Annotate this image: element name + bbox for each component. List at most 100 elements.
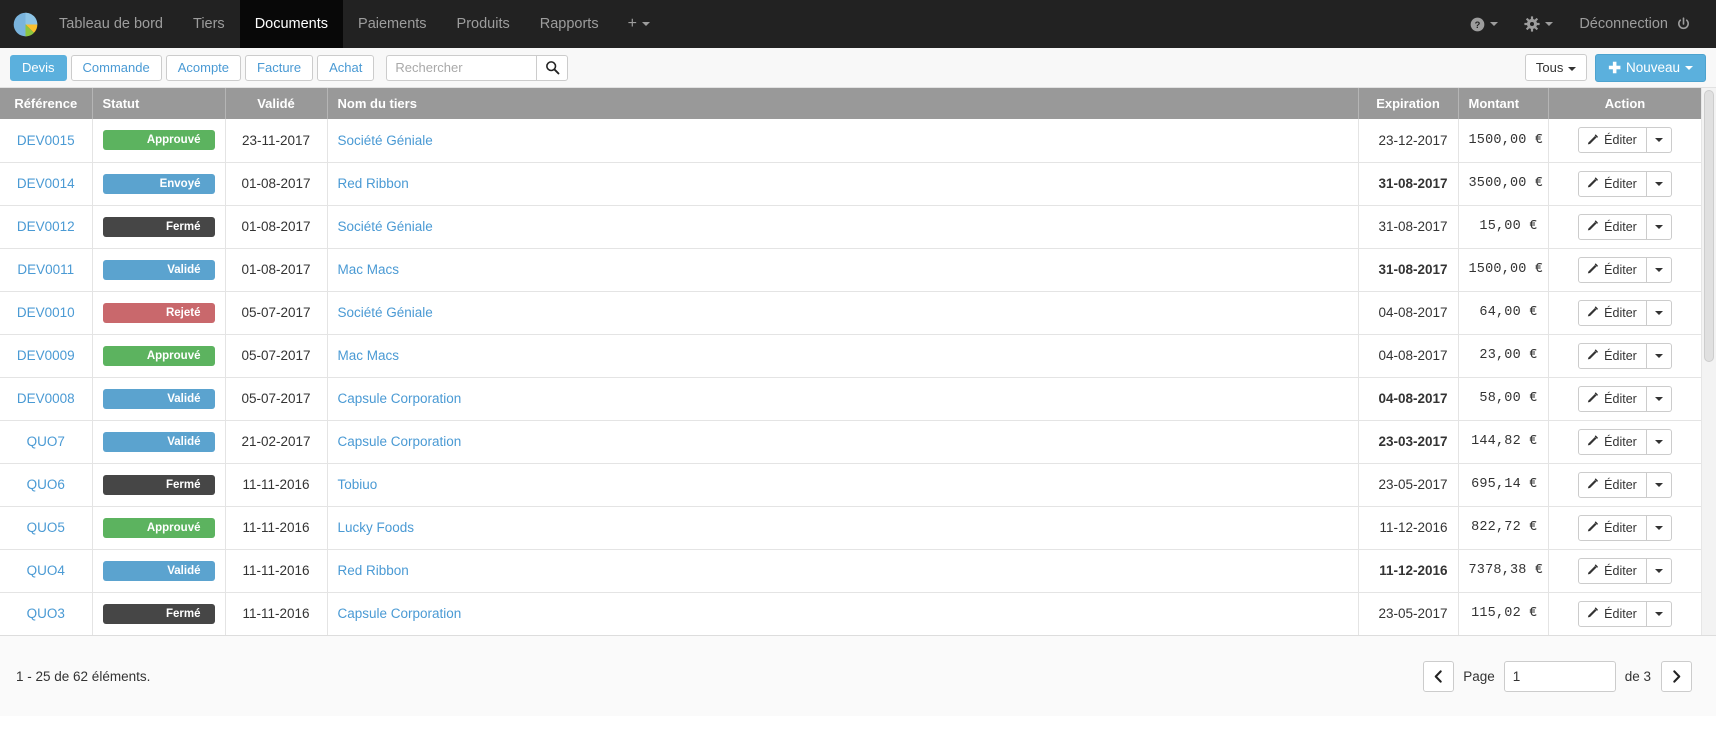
- table-vertical-scrollbar[interactable]: [1701, 88, 1716, 635]
- tab-acompte[interactable]: Acompte: [165, 54, 242, 81]
- row-actions-dropdown[interactable]: [1646, 557, 1672, 584]
- tiers-link[interactable]: Capsule Corporation: [338, 434, 462, 449]
- reference-link[interactable]: QUO4: [27, 563, 65, 578]
- cell-expiration: 04-08-2017: [1358, 377, 1459, 421]
- row-actions-dropdown[interactable]: [1646, 471, 1672, 498]
- edit-button[interactable]: Éditer: [1578, 256, 1647, 283]
- tab-achat[interactable]: Achat: [317, 54, 375, 81]
- column-header-expiration[interactable]: Expiration: [1358, 88, 1459, 119]
- row-actions-dropdown[interactable]: [1646, 600, 1672, 627]
- row-actions-dropdown[interactable]: [1646, 342, 1672, 369]
- reference-link[interactable]: DEV0014: [17, 176, 75, 191]
- reference-link[interactable]: QUO6: [27, 477, 65, 492]
- status-badge: Fermé: [102, 216, 215, 237]
- action-button-group: Éditer: [1578, 471, 1672, 498]
- reference-link[interactable]: DEV0015: [17, 133, 75, 148]
- next-page-button[interactable]: [1661, 660, 1692, 692]
- edit-button[interactable]: Éditer: [1578, 600, 1647, 627]
- pencil-icon: [1588, 607, 1599, 618]
- edit-button[interactable]: Éditer: [1578, 213, 1647, 240]
- column-header-reference[interactable]: Référence: [0, 88, 93, 119]
- pencil-icon: [1588, 263, 1599, 274]
- nav-item-documents[interactable]: Documents: [239, 0, 344, 48]
- edit-button[interactable]: Éditer: [1578, 127, 1647, 154]
- nav-item-tableau-de-bord[interactable]: Tableau de bord: [44, 0, 178, 48]
- tab-devis[interactable]: Devis: [10, 54, 67, 81]
- tiers-link[interactable]: Lucky Foods: [338, 520, 415, 535]
- reference-link[interactable]: DEV0010: [17, 305, 75, 320]
- reference-link[interactable]: DEV0011: [17, 262, 74, 277]
- cell-expiration: 11-12-2016: [1358, 549, 1459, 593]
- nav-add-dropdown[interactable]: +: [614, 0, 664, 48]
- svg-text:?: ?: [1475, 19, 1481, 29]
- tiers-link[interactable]: Red Ribbon: [338, 563, 409, 578]
- reference-link[interactable]: QUO5: [27, 520, 65, 535]
- column-header-valide[interactable]: Validé: [225, 88, 328, 119]
- edit-button[interactable]: Éditer: [1578, 299, 1647, 326]
- tiers-link[interactable]: Red Ribbon: [338, 176, 409, 191]
- status-badge: Fermé: [102, 603, 215, 624]
- edit-button[interactable]: Éditer: [1578, 514, 1647, 541]
- edit-button[interactable]: Éditer: [1578, 428, 1647, 455]
- cell-action: Éditer: [1548, 377, 1703, 421]
- tiers-link[interactable]: Capsule Corporation: [338, 391, 462, 406]
- cell-statut: Validé: [92, 420, 226, 464]
- reference-link[interactable]: DEV0009: [17, 348, 75, 363]
- row-actions-dropdown[interactable]: [1646, 385, 1672, 412]
- column-header-nom-du-tiers[interactable]: Nom du tiers: [327, 88, 1359, 119]
- help-menu[interactable]: ?: [1457, 0, 1511, 48]
- reference-link[interactable]: DEV0008: [17, 391, 75, 406]
- search-button[interactable]: [536, 54, 569, 81]
- cell-expiration: 04-08-2017: [1358, 334, 1459, 378]
- row-actions-dropdown[interactable]: [1646, 256, 1672, 283]
- help-circle-icon: ?: [1470, 17, 1485, 31]
- edit-button[interactable]: Éditer: [1578, 170, 1647, 197]
- nav-item-produits[interactable]: Produits: [442, 0, 525, 48]
- cell-statut: Fermé: [92, 592, 226, 635]
- nav-item-rapports[interactable]: Rapports: [525, 0, 614, 48]
- reference-link[interactable]: QUO7: [27, 434, 65, 449]
- tiers-link[interactable]: Société Géniale: [338, 305, 433, 320]
- column-header-statut[interactable]: Statut: [92, 88, 226, 119]
- table-body: DEV0015 Approuvé 23-11-2017 Société Géniale…: [0, 119, 1703, 635]
- logout-link[interactable]: Déconnection: [1566, 0, 1704, 48]
- tiers-link[interactable]: Société Géniale: [338, 219, 433, 234]
- page-number-input[interactable]: [1503, 660, 1616, 692]
- new-document-button[interactable]: ✚ Nouveau: [1595, 53, 1706, 82]
- column-header-montant[interactable]: Montant: [1458, 88, 1549, 119]
- app-logo[interactable]: [0, 0, 44, 48]
- row-actions-dropdown[interactable]: [1646, 514, 1672, 541]
- tiers-link[interactable]: Mac Macs: [338, 348, 400, 363]
- search-input[interactable]: [386, 54, 537, 81]
- action-button-group: Éditer: [1578, 299, 1672, 326]
- tab-commande[interactable]: Commande: [70, 54, 162, 81]
- reference-link[interactable]: DEV0012: [17, 219, 75, 234]
- row-actions-dropdown[interactable]: [1646, 213, 1672, 240]
- row-actions-dropdown[interactable]: [1646, 299, 1672, 326]
- filter-tous-dropdown[interactable]: Tous: [1524, 54, 1588, 81]
- row-actions-dropdown[interactable]: [1646, 428, 1672, 455]
- nav-item-paiements[interactable]: Paiements: [343, 0, 442, 48]
- cell-expiration: 23-05-2017: [1358, 463, 1459, 507]
- tiers-link[interactable]: Capsule Corporation: [338, 606, 462, 621]
- reference-link[interactable]: QUO3: [27, 606, 65, 621]
- scrollbar-thumb[interactable]: [1704, 90, 1714, 362]
- edit-button[interactable]: Éditer: [1578, 557, 1647, 584]
- row-actions-dropdown[interactable]: [1646, 170, 1672, 197]
- row-actions-dropdown[interactable]: [1646, 127, 1672, 154]
- cell-montant: 64,00 €: [1458, 291, 1549, 335]
- pagination-controls: Page de 3: [1423, 660, 1700, 692]
- edit-button[interactable]: Éditer: [1578, 342, 1647, 369]
- edit-button[interactable]: Éditer: [1578, 385, 1647, 412]
- previous-page-button[interactable]: [1423, 660, 1455, 692]
- top-navbar: Tableau de bord Tiers Documents Paiement…: [0, 0, 1716, 48]
- edit-button[interactable]: Éditer: [1578, 471, 1647, 498]
- tiers-link[interactable]: Mac Macs: [338, 262, 400, 277]
- nav-item-tiers[interactable]: Tiers: [178, 0, 240, 48]
- settings-menu[interactable]: [1511, 0, 1566, 48]
- record-count-label: 1 - 25 de 62 éléments.: [16, 668, 151, 684]
- tiers-link[interactable]: Tobiuo: [338, 477, 378, 492]
- tiers-link[interactable]: Société Géniale: [338, 133, 433, 148]
- cell-reference: DEV0011: [0, 248, 93, 292]
- tab-facture[interactable]: Facture: [245, 54, 314, 81]
